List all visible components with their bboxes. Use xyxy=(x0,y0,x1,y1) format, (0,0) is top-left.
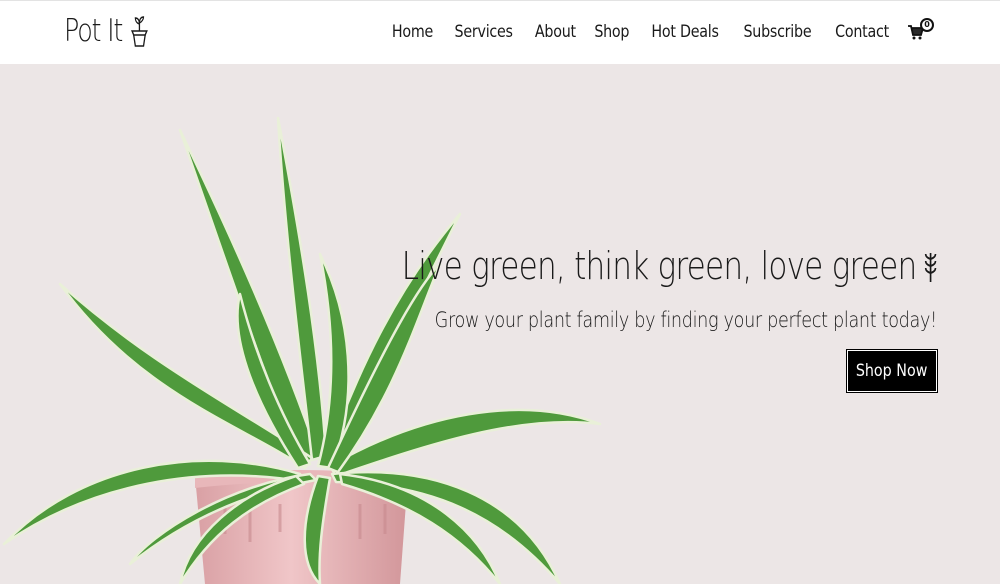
hero-title: Live green, think green, love green xyxy=(402,244,938,288)
shop-now-button[interactable]: Shop Now xyxy=(846,349,938,393)
navbar: Pot It Home Services About Shop Hot Deal… xyxy=(0,0,1000,64)
nav-subscribe[interactable]: Subscribe xyxy=(739,22,817,42)
wheat-leaf-icon xyxy=(924,253,937,282)
nav-contact[interactable]: Contact xyxy=(830,22,894,42)
nav-home[interactable]: Home xyxy=(387,22,438,42)
cart-count-badge: 0 xyxy=(920,18,934,32)
cart-button[interactable]: 0 xyxy=(906,17,936,47)
nav-hot-deals[interactable]: Hot Deals xyxy=(646,22,723,42)
brand-logo[interactable]: Pot It xyxy=(64,11,150,51)
nav-about[interactable]: About xyxy=(530,22,581,42)
shop-now-label: Shop Now xyxy=(856,361,928,381)
hero-section: Live green, think green, love green Grow… xyxy=(0,64,1000,584)
potted-sprout-icon xyxy=(130,16,148,47)
nav-shop[interactable]: Shop xyxy=(590,22,635,42)
hero-title-text: Live green, think green, love green xyxy=(401,244,918,288)
brand-name: Pot It xyxy=(64,13,123,49)
hero-subtitle: Grow your plant family by finding your p… xyxy=(434,308,938,332)
nav-services[interactable]: Services xyxy=(450,22,518,42)
main-nav: Home Services About Shop Hot Deals Subsc… xyxy=(382,15,936,49)
